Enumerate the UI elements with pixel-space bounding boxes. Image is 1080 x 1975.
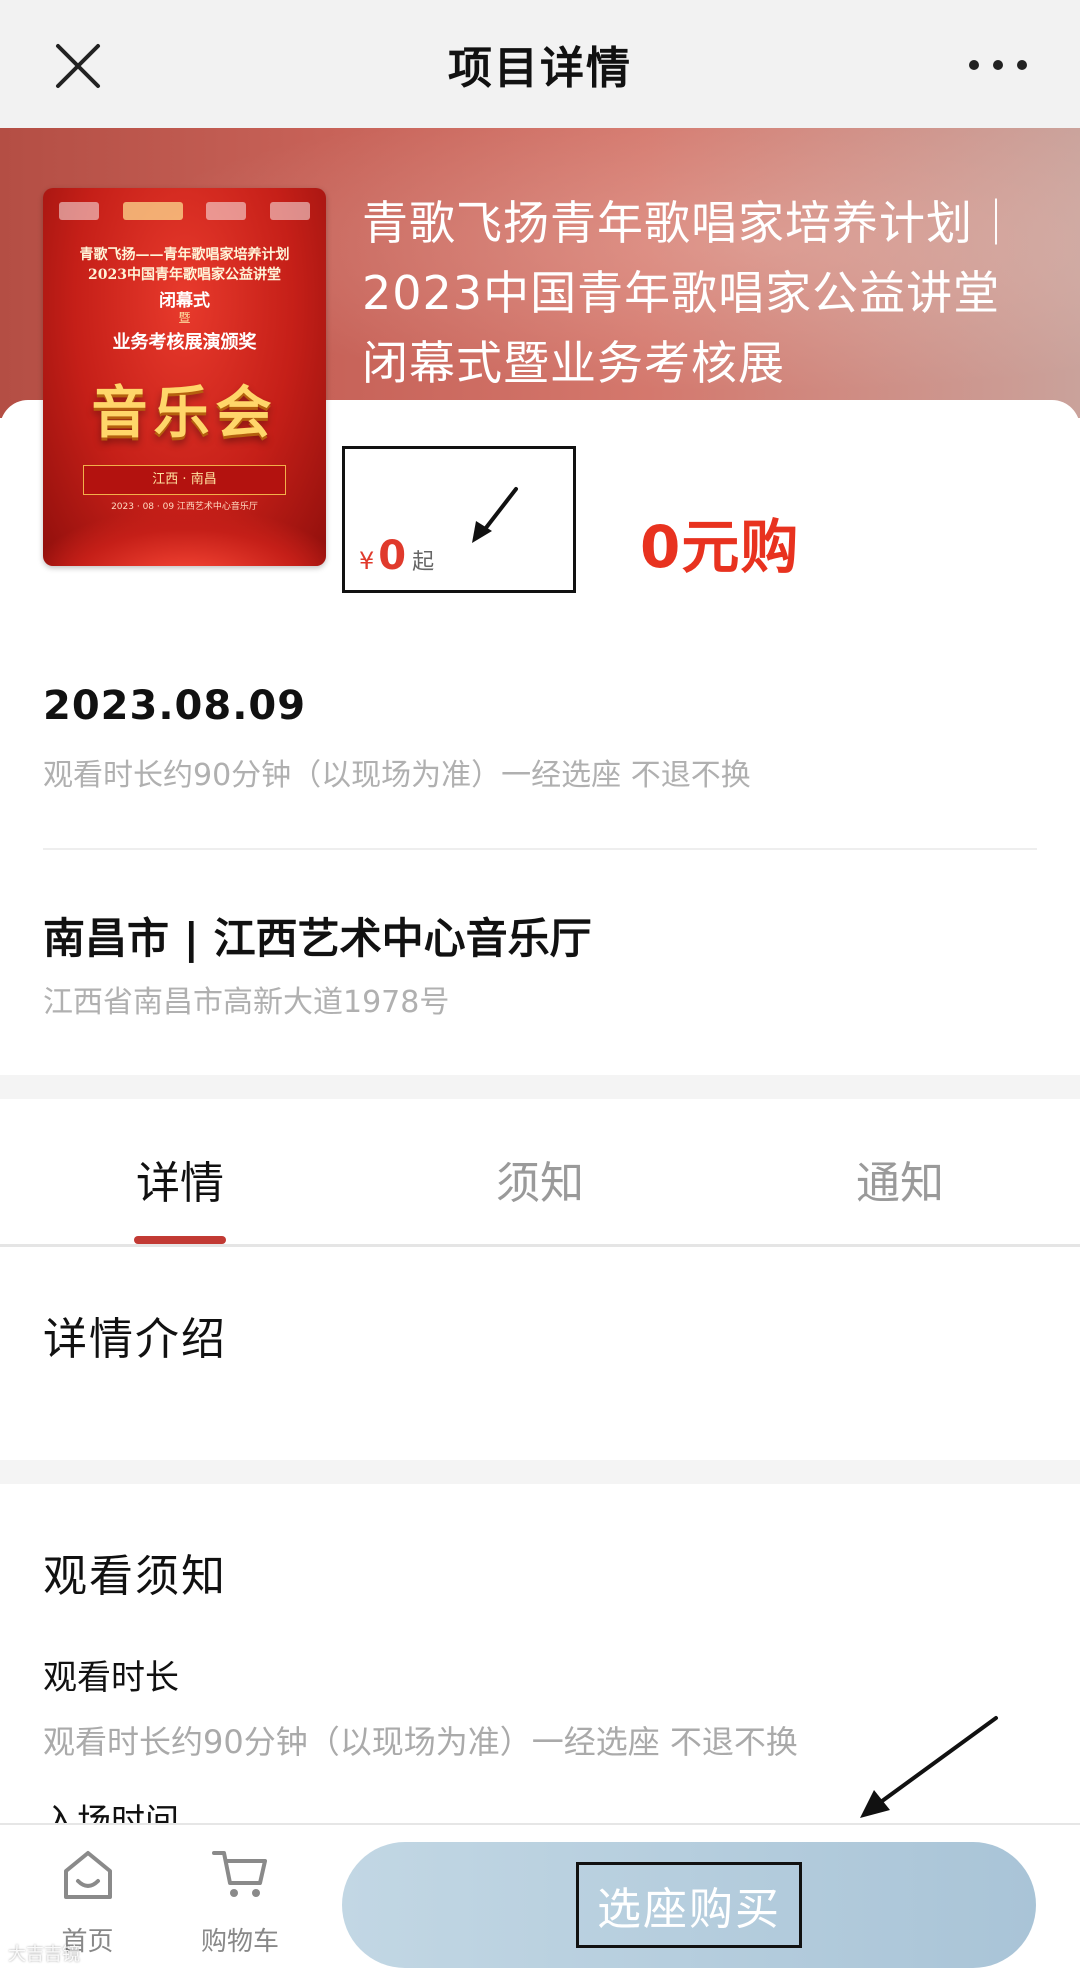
buy-button-label: 选座购买 [576, 1862, 802, 1948]
nav-cart-label: 购物车 [200, 1927, 279, 1957]
poster-place: 江西 · 南昌 [83, 465, 286, 495]
close-icon[interactable] [50, 38, 106, 94]
price-amount: 0 [378, 533, 407, 579]
divider [43, 848, 1037, 850]
tab-details[interactable]: 详情 [0, 1099, 360, 1244]
venue-name[interactable]: 南昌市 | 江西艺术中心音乐厅 [43, 905, 592, 966]
venue-address: 江西省南昌市高新大道1978号 [43, 985, 450, 1020]
poster-line-4: 暨 [178, 311, 191, 325]
nav-cart[interactable]: 购物车 [190, 1845, 290, 1958]
more-icon[interactable] [966, 50, 1030, 80]
tab-announcements[interactable]: 通知 [720, 1099, 1080, 1244]
details-heading: 详情介绍 [43, 1314, 227, 1365]
section-gap [0, 1460, 1080, 1484]
tab-bar: 详情 须知 通知 [0, 1099, 1080, 1247]
price-highlight-box: ¥ 0 起 [342, 446, 576, 593]
notice-item-label: 入场时间 [43, 1802, 179, 1824]
watermark: 大吉吉镜 [8, 1944, 80, 1965]
promo-label: 0元购 [640, 513, 800, 581]
event-title: 青歌飞扬青年歌唱家培养计划｜2023中国青年歌唱家公益讲堂闭幕式暨业务考核展 [362, 196, 1020, 390]
poster-line-5: 业务考核展演颁奖 [112, 332, 257, 353]
section-gap [0, 1075, 1080, 1099]
notice-item-label: 观看时长 [43, 1658, 179, 1698]
notice-heading: 观看须知 [43, 1551, 227, 1602]
top-bar: 项目详情 [0, 0, 1080, 128]
poster-line-2: 2023中国青年歌唱家公益讲堂 [88, 267, 281, 283]
poster-line-3: 闭幕式 [159, 291, 210, 311]
currency-symbol: ¥ [359, 547, 375, 575]
price: ¥ 0 起 [359, 533, 434, 579]
sponsor-logos [59, 202, 310, 220]
poster-headline: 音乐会 [91, 381, 278, 446]
show-date: 2023.08.09 [43, 683, 307, 729]
event-poster[interactable]: 青歌飞扬——青年歌唱家培养计划 2023中国青年歌唱家公益讲堂 闭幕式 暨 业务… [43, 188, 326, 566]
cart-icon [212, 1851, 267, 1897]
tab-notice[interactable]: 须知 [360, 1099, 720, 1244]
notice-item-text: 观看时长约90分钟（以现场为准）一经选座 不退不换 [43, 1723, 798, 1761]
select-seat-buy-button[interactable]: 选座购买 [342, 1842, 1036, 1968]
annotation-arrow-icon [860, 1716, 998, 1818]
poster-decoration [43, 506, 326, 566]
home-icon [63, 1851, 112, 1899]
bottom-action-bar: 首页 购物车 选座购买 [0, 1823, 1080, 1975]
price-suffix: 起 [412, 550, 435, 575]
poster-line-1: 青歌飞扬——青年歌唱家培养计划 [79, 247, 290, 263]
page-title: 项目详情 [448, 43, 632, 94]
annotation-arrow-icon [472, 487, 518, 543]
duration-note: 观看时长约90分钟（以现场为准）一经选座 不退不换 [43, 758, 751, 793]
